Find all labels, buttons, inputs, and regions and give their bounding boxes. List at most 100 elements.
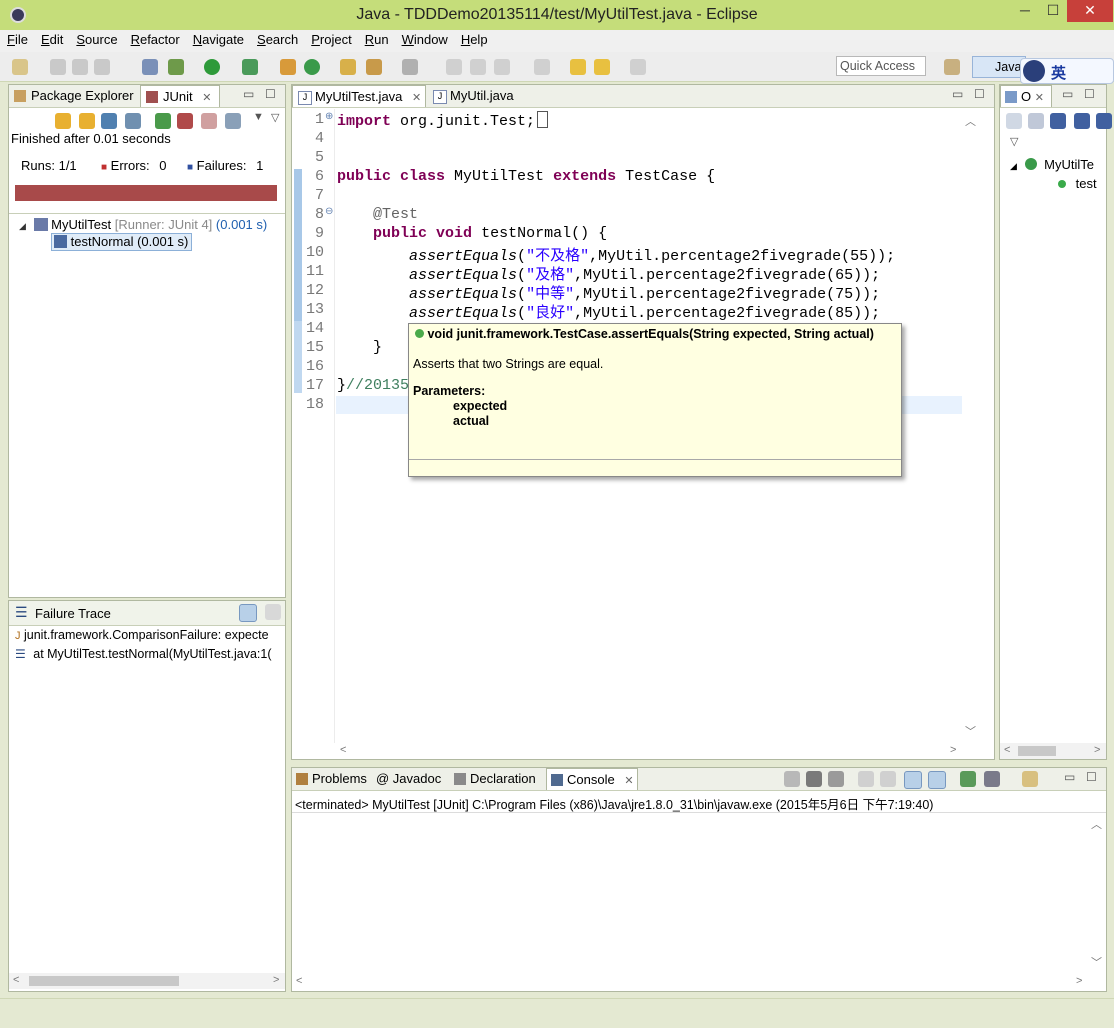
minimize-editor-icon[interactable]: ▭ — [952, 87, 963, 101]
menu-source[interactable]: Source — [69, 30, 123, 47]
horizontal-scrollbar[interactable]: < > — [336, 743, 962, 759]
trace-line[interactable]: ☰ at MyUtilTest.testNormal(MyUtilTest.ja… — [15, 647, 285, 661]
maximize-button[interactable]: ☐ — [1040, 0, 1066, 22]
menu-navigate[interactable]: Navigate — [186, 30, 250, 47]
scroll-down-icon[interactable]: ﹀ — [1091, 954, 1102, 970]
sort-icon[interactable] — [1028, 113, 1044, 129]
new-icon[interactable] — [12, 59, 28, 75]
maximize-view-icon[interactable]: ☐ — [1084, 87, 1095, 101]
scroll-up-icon[interactable]: ︿ — [965, 113, 976, 129]
compare-results-icon[interactable] — [265, 604, 281, 620]
scroll-left-icon[interactable]: < — [296, 975, 302, 987]
code-line[interactable]: @Test — [337, 206, 418, 223]
skip-breakpoints-icon[interactable] — [142, 59, 158, 75]
menu-help[interactable]: Help — [454, 30, 494, 47]
tab-outline[interactable]: O ✕ — [1000, 85, 1052, 107]
scroll-down-icon[interactable]: ﹀ — [965, 723, 976, 739]
scroll-lock-icon[interactable] — [880, 771, 896, 787]
menu-search[interactable]: Search — [250, 30, 304, 47]
tab-problems[interactable]: Problems — [292, 768, 372, 790]
minimize-view-icon[interactable]: ▭ — [243, 87, 254, 101]
previous-failure-icon[interactable] — [79, 113, 95, 129]
show-failures-only-icon[interactable] — [101, 113, 117, 129]
scroll-right-icon[interactable]: > — [1094, 744, 1100, 756]
outline-item-class[interactable]: ◢ MyUtilTe — [1010, 157, 1094, 172]
scroll-right-icon[interactable]: > — [273, 974, 279, 986]
code-line[interactable]: } — [337, 339, 382, 356]
code-line[interactable]: import org.junit.Test; — [337, 111, 549, 130]
coverage-icon[interactable] — [242, 59, 258, 75]
forward-icon[interactable] — [630, 59, 646, 75]
save-all-icon[interactable] — [72, 59, 88, 75]
code-line[interactable]: assertEquals("及格",MyUtil.percentage2five… — [337, 263, 880, 284]
maximize-editor-icon[interactable]: ☐ — [974, 87, 985, 101]
clear-console-icon[interactable] — [858, 771, 874, 787]
new-class-icon[interactable] — [304, 59, 320, 75]
tree-expand-icon[interactable]: ◢ — [1010, 161, 1017, 171]
tab-myutil-java[interactable]: J MyUtil.java — [428, 85, 540, 107]
code-line[interactable]: assertEquals("良好",MyUtil.percentage2five… — [337, 301, 880, 322]
run-icon[interactable] — [204, 59, 220, 75]
remove-launch-icon[interactable] — [806, 771, 822, 787]
next-failure-icon[interactable] — [55, 113, 71, 129]
tab-junit[interactable]: JUnit ✕ — [140, 85, 220, 107]
rerun-failed-icon[interactable] — [177, 113, 193, 129]
block-selection-icon[interactable] — [446, 59, 462, 75]
menu-refactor[interactable]: Refactor — [124, 30, 186, 47]
debug-icon[interactable] — [168, 59, 184, 75]
stop-icon[interactable] — [201, 113, 217, 129]
close-tab-icon[interactable]: ✕ — [624, 775, 633, 787]
hide-fields-icon[interactable] — [1050, 113, 1066, 129]
menu-run[interactable]: Run — [358, 30, 395, 47]
whitespace-icon[interactable] — [470, 59, 486, 75]
view-menu-icon[interactable]: ▽ — [271, 111, 279, 124]
new-java-project-icon[interactable] — [280, 59, 296, 75]
tab-javadoc[interactable]: @ Javadoc — [372, 768, 448, 790]
code-line[interactable]: public class MyUtilTest extends TestCase… — [337, 168, 715, 185]
menu-file[interactable]: File — [0, 30, 34, 47]
view-menu-icon[interactable]: ▽ — [1010, 135, 1018, 148]
menu-window[interactable]: Window — [395, 30, 454, 47]
prev-annotation-icon[interactable] — [534, 59, 550, 75]
scroll-left-icon[interactable]: < — [13, 974, 19, 986]
outline-item-method[interactable]: test — [1058, 176, 1097, 191]
vertical-scrollbar[interactable]: ︿ ﹀ — [1088, 814, 1104, 970]
filter-stack-icon[interactable] — [239, 604, 257, 622]
chevron-down-icon[interactable]: ▼ — [253, 111, 264, 123]
javadoc-hover-popup[interactable]: void junit.framework.TestCase.assertEqua… — [408, 323, 902, 477]
code-line[interactable]: assertEquals("中等",MyUtil.percentage2five… — [337, 282, 880, 303]
print-icon[interactable] — [94, 59, 110, 75]
tree-expand-icon[interactable]: ◢ — [19, 221, 26, 231]
tree-item-test[interactable]: testNormal (0.001 s) — [51, 233, 193, 251]
hide-static-icon[interactable] — [1074, 113, 1090, 129]
scroll-lock-icon[interactable] — [125, 113, 141, 129]
code-line[interactable]: public void testNormal() { — [337, 225, 607, 242]
open-perspective-icon[interactable] — [944, 59, 960, 75]
show-on-stdout-icon[interactable] — [904, 771, 922, 789]
open-console-icon[interactable] — [1022, 771, 1038, 787]
close-tab-icon[interactable]: ✕ — [202, 92, 211, 104]
hide-nonpublic-icon[interactable] — [1096, 113, 1112, 129]
tab-package-explorer[interactable]: Package Explorer — [9, 85, 139, 107]
maximize-view-icon[interactable]: ☐ — [1086, 770, 1097, 784]
scroll-thumb[interactable] — [29, 976, 179, 986]
horizontal-scrollbar[interactable]: < > — [1000, 743, 1106, 759]
menu-project[interactable]: Project — [304, 30, 357, 47]
last-edit-icon[interactable] — [570, 59, 586, 75]
tab-myutiltest-java[interactable]: J MyUtilTest.java ✕ — [292, 85, 426, 107]
close-tab-icon[interactable]: ✕ — [412, 92, 421, 104]
minimize-view-icon[interactable]: ▭ — [1064, 770, 1075, 784]
horizontal-scrollbar[interactable]: < > — [9, 973, 285, 989]
trace-line[interactable]: J junit.framework.ComparisonFailure: exp… — [15, 628, 285, 642]
tab-declaration[interactable]: Declaration — [450, 768, 546, 790]
quick-access-input[interactable]: Quick Access — [836, 56, 926, 76]
tree-item-suite[interactable]: ◢ MyUtilTest [Runner: JUnit 4] (0.001 s) — [19, 217, 267, 232]
scroll-up-icon[interactable]: ︿ — [1091, 816, 1102, 832]
scroll-left-icon[interactable]: < — [1004, 744, 1010, 756]
java-perspective-button[interactable]: Java — [972, 56, 1026, 78]
maximize-view-icon[interactable]: ☐ — [265, 87, 276, 101]
test-history-icon[interactable] — [225, 113, 241, 129]
pin-console-icon[interactable] — [960, 771, 976, 787]
close-tab-icon[interactable]: ✕ — [1035, 92, 1044, 104]
open-type-icon[interactable] — [340, 59, 356, 75]
